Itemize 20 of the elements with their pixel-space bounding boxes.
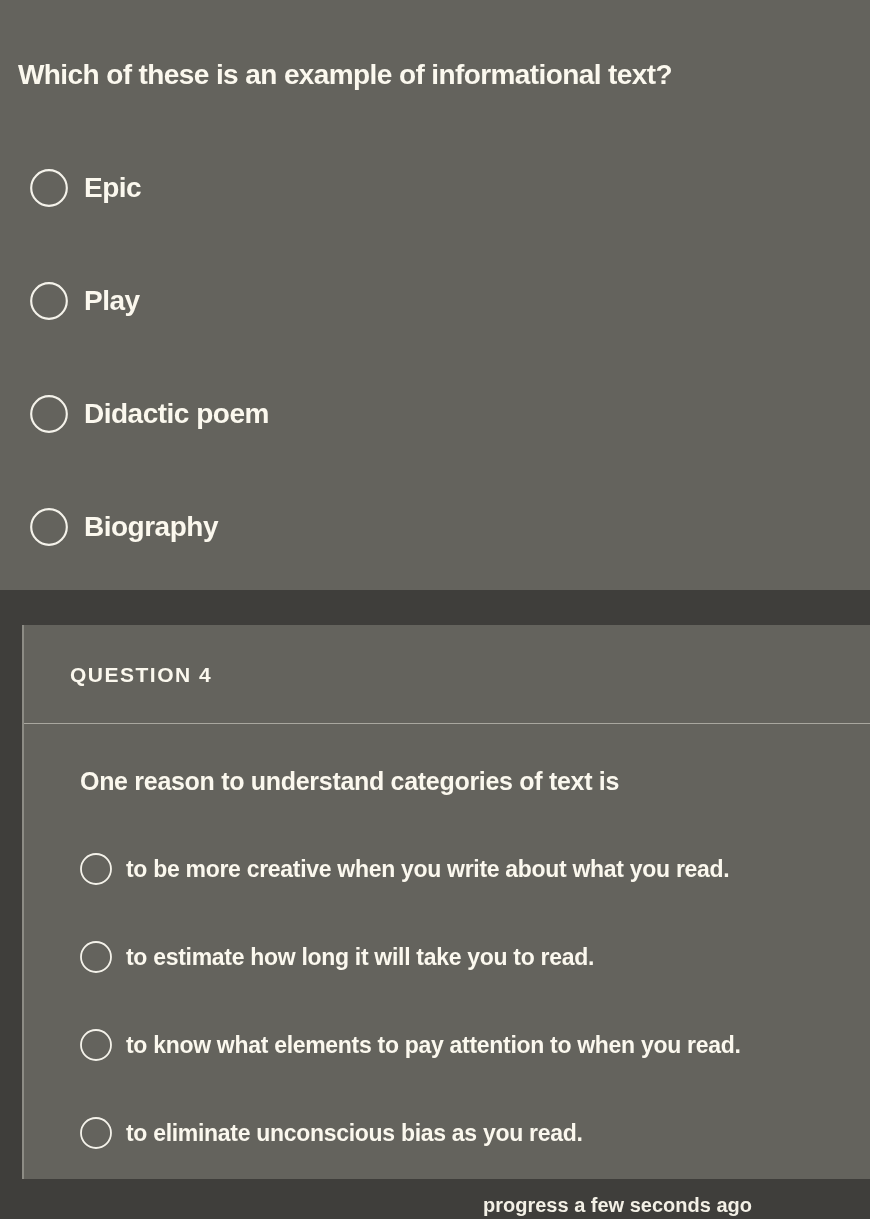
- radio-button[interactable]: [80, 941, 112, 973]
- answer-option[interactable]: to eliminate unconscious bias as you read.: [80, 1115, 583, 1151]
- question-text: One reason to understand categories of text is: [80, 766, 620, 797]
- answer-option[interactable]: Epic: [30, 168, 142, 208]
- answer-option[interactable]: Play: [30, 281, 140, 321]
- answer-option[interactable]: to be more creative when you write about what you read.: [80, 851, 730, 887]
- radio-button[interactable]: [30, 395, 68, 433]
- radio-button[interactable]: [80, 853, 112, 885]
- answer-option[interactable]: to know what elements to pay attention to when you read.: [80, 1027, 741, 1063]
- radio-button[interactable]: [80, 1029, 112, 1061]
- answer-option[interactable]: Didactic poem: [30, 394, 269, 434]
- question-text: Which of these is an example of informational text?: [18, 58, 672, 92]
- answer-option[interactable]: to estimate how long it will take you to read.: [80, 939, 594, 975]
- answer-option[interactable]: Biography: [30, 507, 218, 547]
- autosave-status: progress a few seconds ago: [483, 1194, 752, 1217]
- radio-button[interactable]: [30, 169, 68, 207]
- radio-button[interactable]: [30, 282, 68, 320]
- radio-button[interactable]: [80, 1117, 112, 1149]
- question-number: QUESTION 4: [70, 663, 213, 687]
- radio-button[interactable]: [30, 508, 68, 546]
